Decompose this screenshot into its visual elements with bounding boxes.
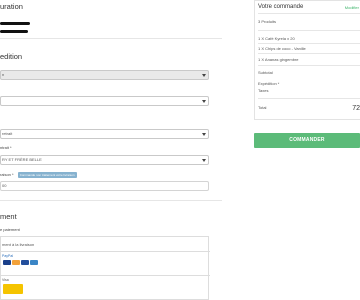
shipping-country-value: n (2, 72, 5, 77)
total-value: 72 (352, 105, 360, 112)
divider (258, 13, 360, 14)
chevron-down-icon (202, 159, 206, 162)
taxes-label: Taxes (258, 88, 269, 93)
payment-section-title: ment (0, 212, 17, 221)
divider (258, 53, 360, 54)
shipping-section-title: edition (0, 52, 23, 61)
subtotal-label: Subtotal (258, 70, 273, 75)
delivery-date-input[interactable]: 00 (0, 181, 209, 191)
chevron-down-icon (202, 100, 206, 103)
redacted-name-line (0, 22, 30, 25)
card-logos-2 (3, 284, 23, 294)
field-label-delivery-date: raison * Commande non traitement votre l… (0, 172, 77, 178)
payment-options-box: ment à la livraison PayPal Visa (0, 236, 210, 300)
amex-logo-icon (30, 260, 38, 265)
shipping-label: Expédition * (258, 81, 280, 86)
mastercard-logo-icon (12, 260, 20, 265)
info-pill: Commande non traitement votre livraison (17, 172, 77, 178)
billing-section-title: uration (0, 2, 23, 11)
modify-order-link[interactable]: Modifier (345, 5, 359, 10)
delivery-type-select[interactable]: retrait (0, 129, 209, 139)
product-count: 3 Produits (258, 19, 277, 24)
divider (258, 43, 360, 44)
delivery-date-label: raison * (0, 172, 14, 178)
delivery-type-value: retrait (2, 131, 13, 136)
divider (258, 65, 360, 66)
order-item-3: 1 X Ananas gingembre (258, 57, 299, 62)
order-title: Votre commande (258, 4, 304, 10)
total-label: Total (258, 105, 267, 110)
divider (0, 38, 222, 39)
redacted-address-line (0, 30, 28, 33)
card-label: Visa (2, 278, 9, 282)
chevron-down-icon (202, 74, 206, 77)
paypal-logo-icon (3, 260, 11, 265)
pickup-point-select[interactable]: RY ET FRÈRE BELLE (0, 155, 209, 165)
card-brand-logo-icon (3, 284, 23, 294)
paypal-label: PayPal (2, 254, 14, 258)
payment-option-card[interactable]: Visa (1, 275, 210, 300)
pickup-point-value: RY ET FRÈRE BELLE (2, 157, 42, 162)
shipping-method-select[interactable] (0, 96, 209, 106)
field-label-pickup-point: ntrait * (0, 145, 12, 150)
divider (258, 30, 360, 31)
card-logos (3, 260, 38, 265)
order-submit-button[interactable]: COMMANDER (254, 133, 360, 148)
order-item-1: 1 X Café Kyrela x 20 (258, 36, 295, 41)
order-item-2: 1 X Chips de coco - Vanille (258, 46, 306, 51)
divider (0, 200, 222, 201)
payment-method-label: e paiement (0, 227, 20, 232)
payment-option-paypal[interactable]: PayPal (1, 251, 210, 275)
visa-logo-icon (21, 260, 29, 265)
chevron-down-icon (202, 133, 206, 136)
shipping-country-select[interactable]: n (0, 70, 209, 80)
payment-option-cash-on-delivery[interactable]: ment à la livraison (2, 242, 34, 247)
divider (258, 98, 360, 99)
order-summary-panel: Votre commande Modifier 3 Produits 1 X C… (254, 0, 360, 120)
